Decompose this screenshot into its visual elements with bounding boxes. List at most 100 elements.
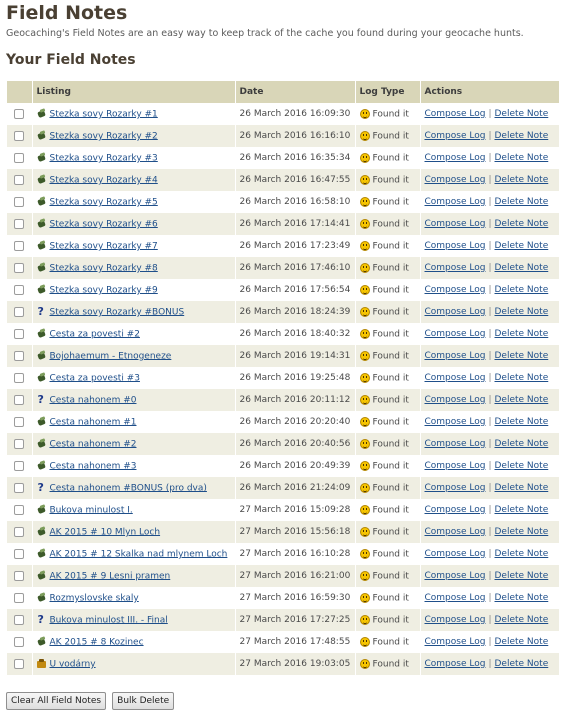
listing-link[interactable]: Stezka sovy Rozarky #1	[50, 109, 158, 119]
compose-log-link[interactable]: Compose Log	[425, 483, 486, 493]
row-checkbox[interactable]	[14, 592, 25, 603]
listing-link[interactable]: AK 2015 # 10 Mlyn Loch	[50, 527, 161, 537]
delete-note-link[interactable]: Delete Note	[495, 549, 549, 559]
compose-log-link[interactable]: Compose Log	[425, 109, 486, 119]
listing-link[interactable]: Stezka sovy Rozarky #3	[50, 153, 158, 163]
row-checkbox[interactable]	[14, 526, 25, 537]
compose-log-link[interactable]: Compose Log	[425, 285, 486, 295]
compose-log-link[interactable]: Compose Log	[425, 131, 486, 141]
row-checkbox[interactable]	[14, 658, 25, 669]
listing-link[interactable]: Stezka sovy Rozarky #8	[50, 263, 158, 273]
delete-note-link[interactable]: Delete Note	[495, 263, 549, 273]
listing-link[interactable]: AK 2015 # 8 Kozinec	[50, 637, 144, 647]
listing-link[interactable]: Bukova minulost III. - Final	[50, 615, 168, 625]
delete-note-link[interactable]: Delete Note	[495, 351, 549, 361]
listing-link[interactable]: Bukova minulost I.	[50, 505, 133, 515]
listing-link[interactable]: Rozmyslovske skaly	[50, 593, 139, 603]
row-checkbox[interactable]	[14, 394, 25, 405]
delete-note-link[interactable]: Delete Note	[495, 505, 549, 515]
listing-link[interactable]: Cesta nahonem #0	[50, 395, 137, 405]
row-checkbox[interactable]	[14, 548, 25, 559]
clear-all-field-notes-button[interactable]: Clear All Field Notes	[6, 692, 107, 710]
listing-link[interactable]: Stezka sovy Rozarky #9	[50, 285, 158, 295]
row-checkbox[interactable]	[14, 262, 25, 273]
delete-note-link[interactable]: Delete Note	[495, 659, 549, 669]
compose-log-link[interactable]: Compose Log	[425, 461, 486, 471]
delete-note-link[interactable]: Delete Note	[495, 571, 549, 581]
row-checkbox[interactable]	[14, 504, 25, 515]
row-checkbox[interactable]	[14, 372, 25, 383]
row-checkbox[interactable]	[14, 328, 25, 339]
row-checkbox[interactable]	[14, 636, 25, 647]
delete-note-link[interactable]: Delete Note	[495, 395, 549, 405]
row-checkbox[interactable]	[14, 130, 25, 141]
row-checkbox[interactable]	[14, 218, 25, 229]
delete-note-link[interactable]: Delete Note	[495, 417, 549, 427]
row-checkbox[interactable]	[14, 482, 25, 493]
compose-log-link[interactable]: Compose Log	[425, 505, 486, 515]
bulk-delete-button[interactable]: Bulk Delete	[112, 692, 175, 710]
row-checkbox[interactable]	[14, 438, 25, 449]
delete-note-link[interactable]: Delete Note	[495, 109, 549, 119]
row-checkbox[interactable]	[14, 152, 25, 163]
delete-note-link[interactable]: Delete Note	[495, 593, 549, 603]
listing-link[interactable]: Cesta nahonem #BONUS (pro dva)	[50, 483, 207, 493]
compose-log-link[interactable]: Compose Log	[425, 351, 486, 361]
delete-note-link[interactable]: Delete Note	[495, 373, 549, 383]
listing-link[interactable]: Bojohaemum - Etnogeneze	[50, 351, 172, 361]
delete-note-link[interactable]: Delete Note	[495, 307, 549, 317]
compose-log-link[interactable]: Compose Log	[425, 549, 486, 559]
listing-link[interactable]: Stezka sovy Rozarky #7	[50, 241, 158, 251]
compose-log-link[interactable]: Compose Log	[425, 659, 486, 669]
listing-link[interactable]: Cesta za povesti #3	[50, 373, 140, 383]
compose-log-link[interactable]: Compose Log	[425, 637, 486, 647]
delete-note-link[interactable]: Delete Note	[495, 615, 549, 625]
delete-note-link[interactable]: Delete Note	[495, 637, 549, 647]
compose-log-link[interactable]: Compose Log	[425, 439, 486, 449]
listing-link[interactable]: Stezka sovy Rozarky #6	[50, 219, 158, 229]
listing-link[interactable]: AK 2015 # 12 Skalka nad mlynem Loch	[50, 549, 228, 559]
delete-note-link[interactable]: Delete Note	[495, 461, 549, 471]
delete-note-link[interactable]: Delete Note	[495, 153, 549, 163]
delete-note-link[interactable]: Delete Note	[495, 329, 549, 339]
row-checkbox[interactable]	[14, 174, 25, 185]
compose-log-link[interactable]: Compose Log	[425, 527, 486, 537]
row-checkbox[interactable]	[14, 416, 25, 427]
compose-log-link[interactable]: Compose Log	[425, 263, 486, 273]
listing-link[interactable]: Cesta nahonem #2	[50, 439, 137, 449]
row-checkbox[interactable]	[14, 614, 25, 625]
delete-note-link[interactable]: Delete Note	[495, 285, 549, 295]
compose-log-link[interactable]: Compose Log	[425, 615, 486, 625]
compose-log-link[interactable]: Compose Log	[425, 329, 486, 339]
delete-note-link[interactable]: Delete Note	[495, 175, 549, 185]
listing-link[interactable]: Stezka sovy Rozarky #2	[50, 131, 158, 141]
compose-log-link[interactable]: Compose Log	[425, 219, 486, 229]
compose-log-link[interactable]: Compose Log	[425, 417, 486, 427]
delete-note-link[interactable]: Delete Note	[495, 219, 549, 229]
row-checkbox[interactable]	[14, 460, 25, 471]
row-checkbox[interactable]	[14, 306, 25, 317]
compose-log-link[interactable]: Compose Log	[425, 593, 486, 603]
listing-link[interactable]: Cesta za povesti #2	[50, 329, 140, 339]
delete-note-link[interactable]: Delete Note	[495, 131, 549, 141]
delete-note-link[interactable]: Delete Note	[495, 439, 549, 449]
delete-note-link[interactable]: Delete Note	[495, 197, 549, 207]
row-checkbox[interactable]	[14, 350, 25, 361]
compose-log-link[interactable]: Compose Log	[425, 373, 486, 383]
listing-link[interactable]: AK 2015 # 9 Lesni pramen	[50, 571, 171, 581]
listing-link[interactable]: Cesta nahonem #1	[50, 417, 137, 427]
listing-link[interactable]: Stezka sovy Rozarky #4	[50, 175, 158, 185]
compose-log-link[interactable]: Compose Log	[425, 395, 486, 405]
delete-note-link[interactable]: Delete Note	[495, 527, 549, 537]
compose-log-link[interactable]: Compose Log	[425, 571, 486, 581]
delete-note-link[interactable]: Delete Note	[495, 483, 549, 493]
row-checkbox[interactable]	[14, 570, 25, 581]
compose-log-link[interactable]: Compose Log	[425, 307, 486, 317]
listing-link[interactable]: Stezka sovy Rozarky #5	[50, 197, 158, 207]
listing-link[interactable]: Cesta nahonem #3	[50, 461, 137, 471]
compose-log-link[interactable]: Compose Log	[425, 153, 486, 163]
compose-log-link[interactable]: Compose Log	[425, 241, 486, 251]
listing-link[interactable]: Stezka sovy Rozarky #BONUS	[50, 307, 185, 317]
row-checkbox[interactable]	[14, 284, 25, 295]
delete-note-link[interactable]: Delete Note	[495, 241, 549, 251]
